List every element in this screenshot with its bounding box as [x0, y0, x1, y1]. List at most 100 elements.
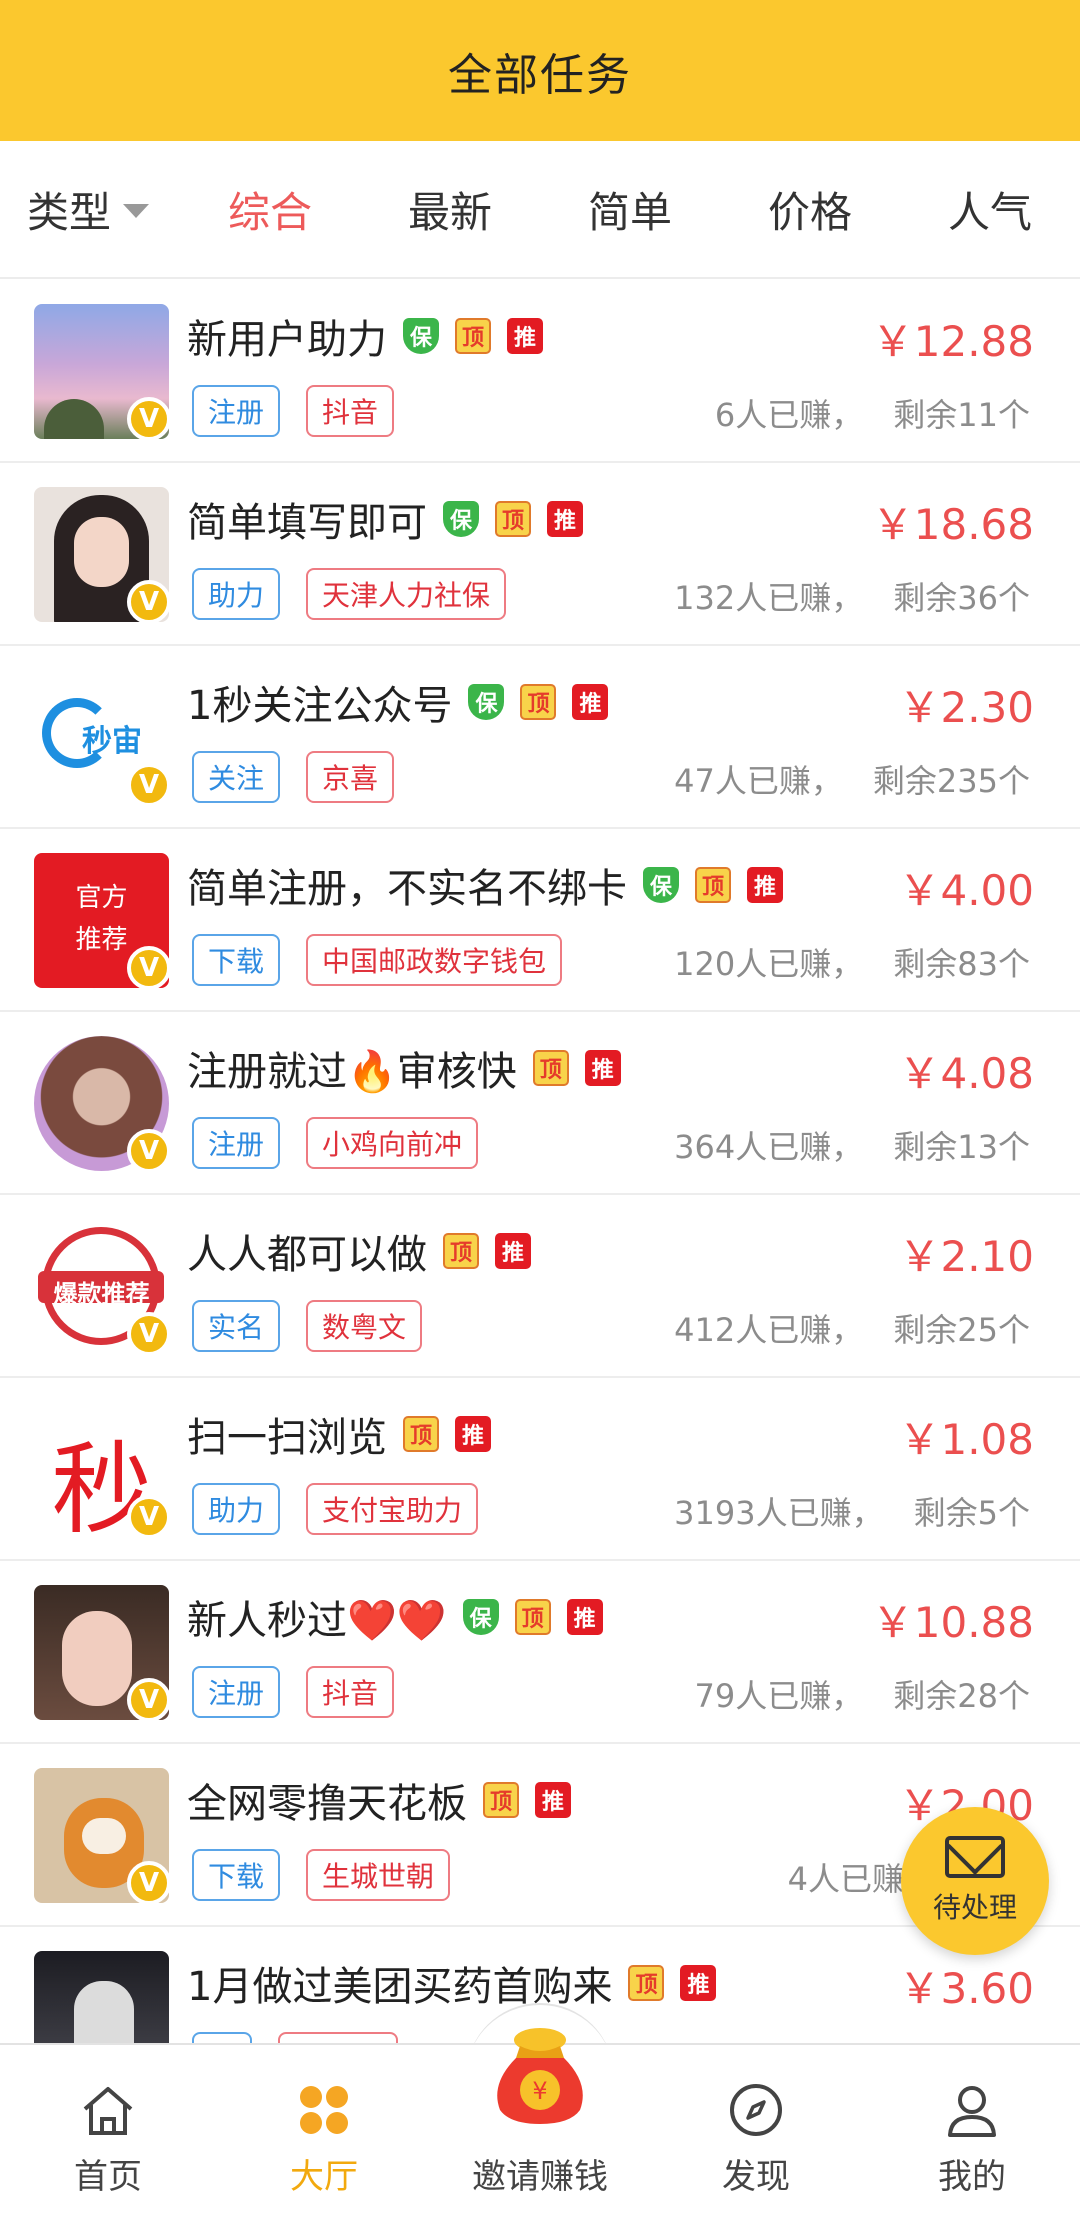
vip-badge-icon: V	[127, 1129, 169, 1171]
task-title: 1秒关注公众号	[187, 683, 453, 729]
task-price: ￥4.08	[898, 1049, 1034, 1098]
filter-bar: 类型 综合 最新 简单 价格 人气	[0, 141, 1080, 279]
pending-fab-button[interactable]: 待处理	[901, 1807, 1049, 1955]
earned-count: 6人已赚，	[714, 396, 864, 434]
vip-badge-icon: V	[127, 946, 169, 988]
task-title-row: 全网零撸天花板顶推	[187, 1772, 571, 1828]
tab-hall[interactable]: 大厅	[216, 2045, 432, 2220]
task-chips: 实名 数粤文	[192, 1300, 448, 1352]
tab-discover[interactable]: 发现	[648, 2045, 864, 2220]
type-filter-label: 类型	[27, 187, 112, 237]
type-filter-dropdown[interactable]: 类型	[0, 179, 180, 240]
remaining-count: 剩余5个	[913, 1494, 1030, 1532]
task-thumbnail: V	[34, 487, 169, 622]
task-title: 扫一扫浏览	[187, 1415, 387, 1461]
task-stats: 47人已赚， 剩余235个	[674, 756, 1030, 802]
task-chip: 生城世朝	[306, 1849, 451, 1901]
vip-badge-icon: V	[127, 1495, 169, 1537]
task-thumbnail: 秒宙 V	[34, 670, 169, 805]
task-chip: 注册	[192, 1666, 281, 1718]
task-chips: 下载 中国邮政数字钱包	[192, 934, 588, 986]
task-stats: 364人已赚， 剩余13个	[674, 1122, 1030, 1168]
vip-badge-icon: V	[127, 1861, 169, 1903]
task-row[interactable]: 秒 V 扫一扫浏览顶推助力 支付宝助力 ￥1.08 3193人已赚， 剩余5个	[0, 1378, 1080, 1561]
remaining-count: 剩余36个	[893, 579, 1030, 617]
vip-badge-icon: V	[127, 580, 169, 622]
task-row[interactable]: V 注册就过🔥审核快顶推注册 小鸡向前冲 ￥4.08 364人已赚， 剩余13个	[0, 1012, 1080, 1195]
task-title-row: 新用户助力保顶推	[187, 308, 543, 364]
remaining-count: 剩余11个	[893, 396, 1030, 434]
task-chips: 下载 生城世朝	[192, 1849, 476, 1901]
task-row[interactable]: V 简单填写即可保顶推助力 天津人力社保 ￥18.68 132人已赚， 剩余36个	[0, 463, 1080, 646]
title-bar: 全部任务	[0, 0, 1080, 141]
task-row[interactable]: V 新用户助力保顶推注册 抖音 ￥12.88 6人已赚， 剩余11个	[0, 280, 1080, 463]
tab-home-label: 首页	[74, 2157, 142, 2197]
task-row[interactable]: V 新人秒过❤️❤️ 保顶推注册 抖音 ￥10.88 79人已赚， 剩余28个	[0, 1561, 1080, 1744]
task-title: 全网零撸天花板	[187, 1781, 467, 1827]
bao-badge-icon: 保	[643, 867, 679, 903]
task-chip: 实名	[192, 1300, 281, 1352]
task-row[interactable]: 官方 推荐 V 简单注册，不实名不绑卡保顶推下载 中国邮政数字钱包 ￥4.00 120人已赚…	[0, 829, 1080, 1012]
earned-count: 412人已赚，	[674, 1311, 864, 1349]
ding-badge-icon: 顶	[455, 318, 491, 354]
tui-badge-icon: 推	[535, 1782, 571, 1818]
task-thumbnail: 官方 推荐 V	[34, 853, 169, 988]
task-chip: 助力	[192, 1483, 281, 1535]
tab-mine[interactable]: 我的	[864, 2045, 1080, 2220]
task-chip: 数粤文	[306, 1300, 423, 1352]
tab-hall-label: 大厅	[290, 2157, 358, 2197]
task-title-row: 新人秒过❤️❤️ 保顶推	[187, 1589, 603, 1645]
ding-badge-icon: 顶	[443, 1233, 479, 1269]
tui-badge-icon: 推	[680, 1965, 717, 2001]
earned-count: 47人已赚，	[674, 762, 843, 800]
tui-badge-icon: 推	[495, 1233, 531, 1269]
tab-home[interactable]: 首页	[0, 2045, 216, 2220]
tui-badge-icon: 推	[572, 684, 609, 720]
task-chip: 中国邮政数字钱包	[306, 934, 563, 986]
remaining-count: 剩余83个	[893, 945, 1030, 983]
task-chip: 下载	[192, 1849, 281, 1901]
grid-dots-icon	[300, 2086, 348, 2134]
tui-badge-icon: 推	[584, 1050, 621, 1086]
task-chips: 注册 小鸡向前冲	[192, 1117, 504, 1169]
task-chip: 京喜	[306, 751, 395, 803]
tab-popularity[interactable]: 人气	[900, 179, 1080, 240]
remaining-count: 剩余235个	[872, 762, 1030, 800]
task-thumbnail: V	[34, 1036, 169, 1171]
envelope-icon	[945, 1836, 1005, 1878]
tab-discover-label: 发现	[722, 2157, 790, 2197]
task-chip: 助力	[192, 568, 281, 620]
task-stats: 79人已赚， 剩余28个	[695, 1671, 1030, 1717]
pending-label: 待处理	[932, 1891, 1017, 1924]
tab-simple[interactable]: 简单	[540, 179, 720, 240]
task-stats: 6人已赚， 剩余11个	[715, 390, 1030, 436]
task-title-row: 简单填写即可保顶推	[187, 491, 583, 547]
svg-text:¥: ¥	[532, 2077, 547, 2105]
tab-comprehensive[interactable]: 综合	[180, 179, 360, 240]
task-title: 新用户助力	[187, 317, 387, 363]
tab-price[interactable]: 价格	[720, 179, 900, 240]
task-stats: 3193人已赚， 剩余5个	[674, 1488, 1030, 1534]
task-chip: 天津人力社保	[306, 568, 507, 620]
task-chip: 下载	[192, 934, 281, 986]
task-title-row: 人人都可以做顶推	[187, 1223, 531, 1279]
task-thumbnail: V	[34, 1768, 169, 1903]
task-row[interactable]: 爆款推荐 V 人人都可以做顶推实名 数粤文 ￥2.10 412人已赚， 剩余25个	[0, 1195, 1080, 1378]
task-row[interactable]: 秒宙 V 1秒关注公众号保顶推关注 京喜 ￥2.30 47人已赚， 剩余235个	[0, 646, 1080, 829]
task-chips: 注册 抖音	[192, 1666, 420, 1718]
task-price: ￥4.00	[898, 866, 1034, 915]
tab-mine-label: 我的	[938, 2157, 1006, 2197]
tui-badge-icon: 推	[455, 1416, 491, 1452]
ding-badge-icon: 顶	[495, 501, 531, 537]
task-title: 人人都可以做	[187, 1232, 427, 1278]
task-chip: 注册	[192, 385, 281, 437]
tab-latest[interactable]: 最新	[360, 179, 540, 240]
tui-badge-icon: 推	[566, 1599, 603, 1635]
app-screen: 全部任务 类型 综合 最新 简单 价格 人气 V 新用户助力保顶推注册 抖音 ￥12.…	[0, 0, 1080, 2220]
task-thumbnail: V	[34, 304, 169, 439]
task-title-row: 扫一扫浏览顶推	[187, 1406, 491, 1462]
remaining-count: 剩余25个	[893, 1311, 1030, 1349]
task-price: ￥2.30	[898, 683, 1034, 732]
money-bag-icon[interactable]: ¥	[490, 2024, 590, 2126]
task-title: 注册就过🔥审核快	[187, 1049, 517, 1095]
